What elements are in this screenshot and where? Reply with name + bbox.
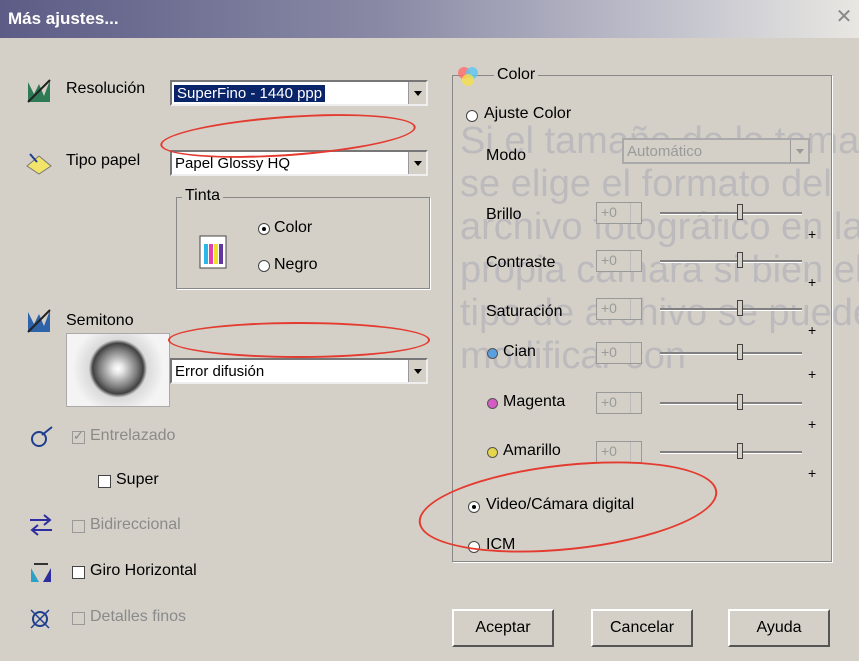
ink-group-title: Tinta [182,187,223,205]
help-button[interactable]: Ayuda [728,609,830,647]
interleave-icon [31,426,53,447]
halftone-preview [66,333,170,407]
ink-color-radio[interactable] [258,223,270,235]
magenta-label: Magenta [503,393,566,410]
cancel-button[interactable]: Cancelar [591,609,693,647]
paper-type-icon [26,153,52,175]
interleave-checkbox[interactable] [72,428,85,444]
saturation-spinbox[interactable]: +0 [596,298,642,320]
super-label: Super [116,471,159,488]
yellow-label: Amarillo [503,442,561,459]
brightness-plus: + [808,226,817,242]
fine-detail-label: Detalles finos [90,608,187,625]
flip-horizontal-checkbox[interactable] [72,566,85,579]
contrast-label: Contraste [486,254,556,271]
brightness-track[interactable] [660,212,802,215]
interleave-label: Entrelazado [90,427,176,444]
magenta-spinbox[interactable]: +0 [596,392,642,414]
color-adjust-radio[interactable] [466,110,478,122]
resolution-icon [27,79,51,103]
magenta-plus: + [808,416,817,432]
annotation-ellipse-halftone [168,322,430,358]
chevron-down-icon[interactable] [790,140,808,162]
bidirectional-label: Bidireccional [90,516,181,533]
ok-button[interactable]: Aceptar [452,609,554,647]
flip-horizontal-label: Giro Horizontal [90,562,197,579]
fine-detail-checkbox[interactable] [72,612,85,625]
window-title: Más ajustes... [8,9,119,28]
resolution-value: SuperFino - 1440 ppp [174,85,326,102]
brightness-label: Brillo [486,206,522,223]
ink-color-label: Color [274,219,313,236]
cyan-label: Cian [503,343,536,360]
brightness-thumb[interactable] [737,204,743,220]
color-wheel-icon [458,67,478,86]
resolution-label: Resolución [66,80,146,97]
halftone-select[interactable]: Error difusión [170,358,428,384]
bidirectional-icon [30,514,52,536]
mode-select[interactable]: Automático [622,138,810,164]
contrast-track[interactable] [660,260,802,263]
cyan-track[interactable] [660,352,802,355]
bidirectional-checkbox[interactable] [72,520,85,533]
super-checkbox[interactable] [98,475,111,488]
saturation-track[interactable] [660,308,802,311]
cyan-thumb[interactable] [737,344,743,360]
color-group-title: Color [494,66,539,84]
paper-type-label: Tipo papel [66,152,141,169]
halftone-label: Semitono [66,312,134,329]
resolution-select[interactable]: SuperFino - 1440 ppp [170,80,428,106]
ink-black-label: Negro [274,256,318,273]
ink-cartridge-icon [199,235,227,269]
title-bar[interactable]: Más ajustes... ✕ [0,0,859,38]
saturation-thumb[interactable] [737,300,743,316]
yellow-spinbox[interactable]: +0 [596,441,642,463]
saturation-plus: + [808,322,817,338]
mode-value: Automático [627,143,703,160]
contrast-spinbox[interactable]: +0 [596,250,642,272]
cyan-spinbox[interactable]: +0 [596,342,642,364]
saturation-label: Saturación [486,303,563,320]
color-adjust-label: Ajuste Color [484,105,572,122]
chevron-down-icon[interactable] [408,360,426,382]
yellow-thumb[interactable] [737,443,743,459]
fine-detail-icon [30,609,50,629]
ink-black-radio[interactable] [258,260,270,272]
cyan-dot-icon [487,348,498,359]
magenta-dot-icon [487,398,498,409]
yellow-dot-icon [487,447,498,458]
contrast-plus: + [808,274,817,290]
cyan-plus: + [808,366,817,382]
chevron-down-icon[interactable] [408,152,426,174]
contrast-thumb[interactable] [737,252,743,268]
flip-horizontal-icon [31,563,51,582]
chevron-down-icon[interactable] [408,82,426,104]
yellow-plus: + [808,465,817,481]
mode-label: Modo [486,147,527,164]
magenta-thumb[interactable] [737,394,743,410]
brightness-spinbox[interactable]: +0 [596,202,642,224]
magenta-track[interactable] [660,402,802,405]
halftone-value: Error difusión [175,363,265,380]
halftone-icon [27,309,51,333]
more-settings-dialog: Si el tamaño de lo toma se elige el form… [0,0,859,661]
yellow-track[interactable] [660,451,802,454]
close-button[interactable]: ✕ [835,7,853,27]
